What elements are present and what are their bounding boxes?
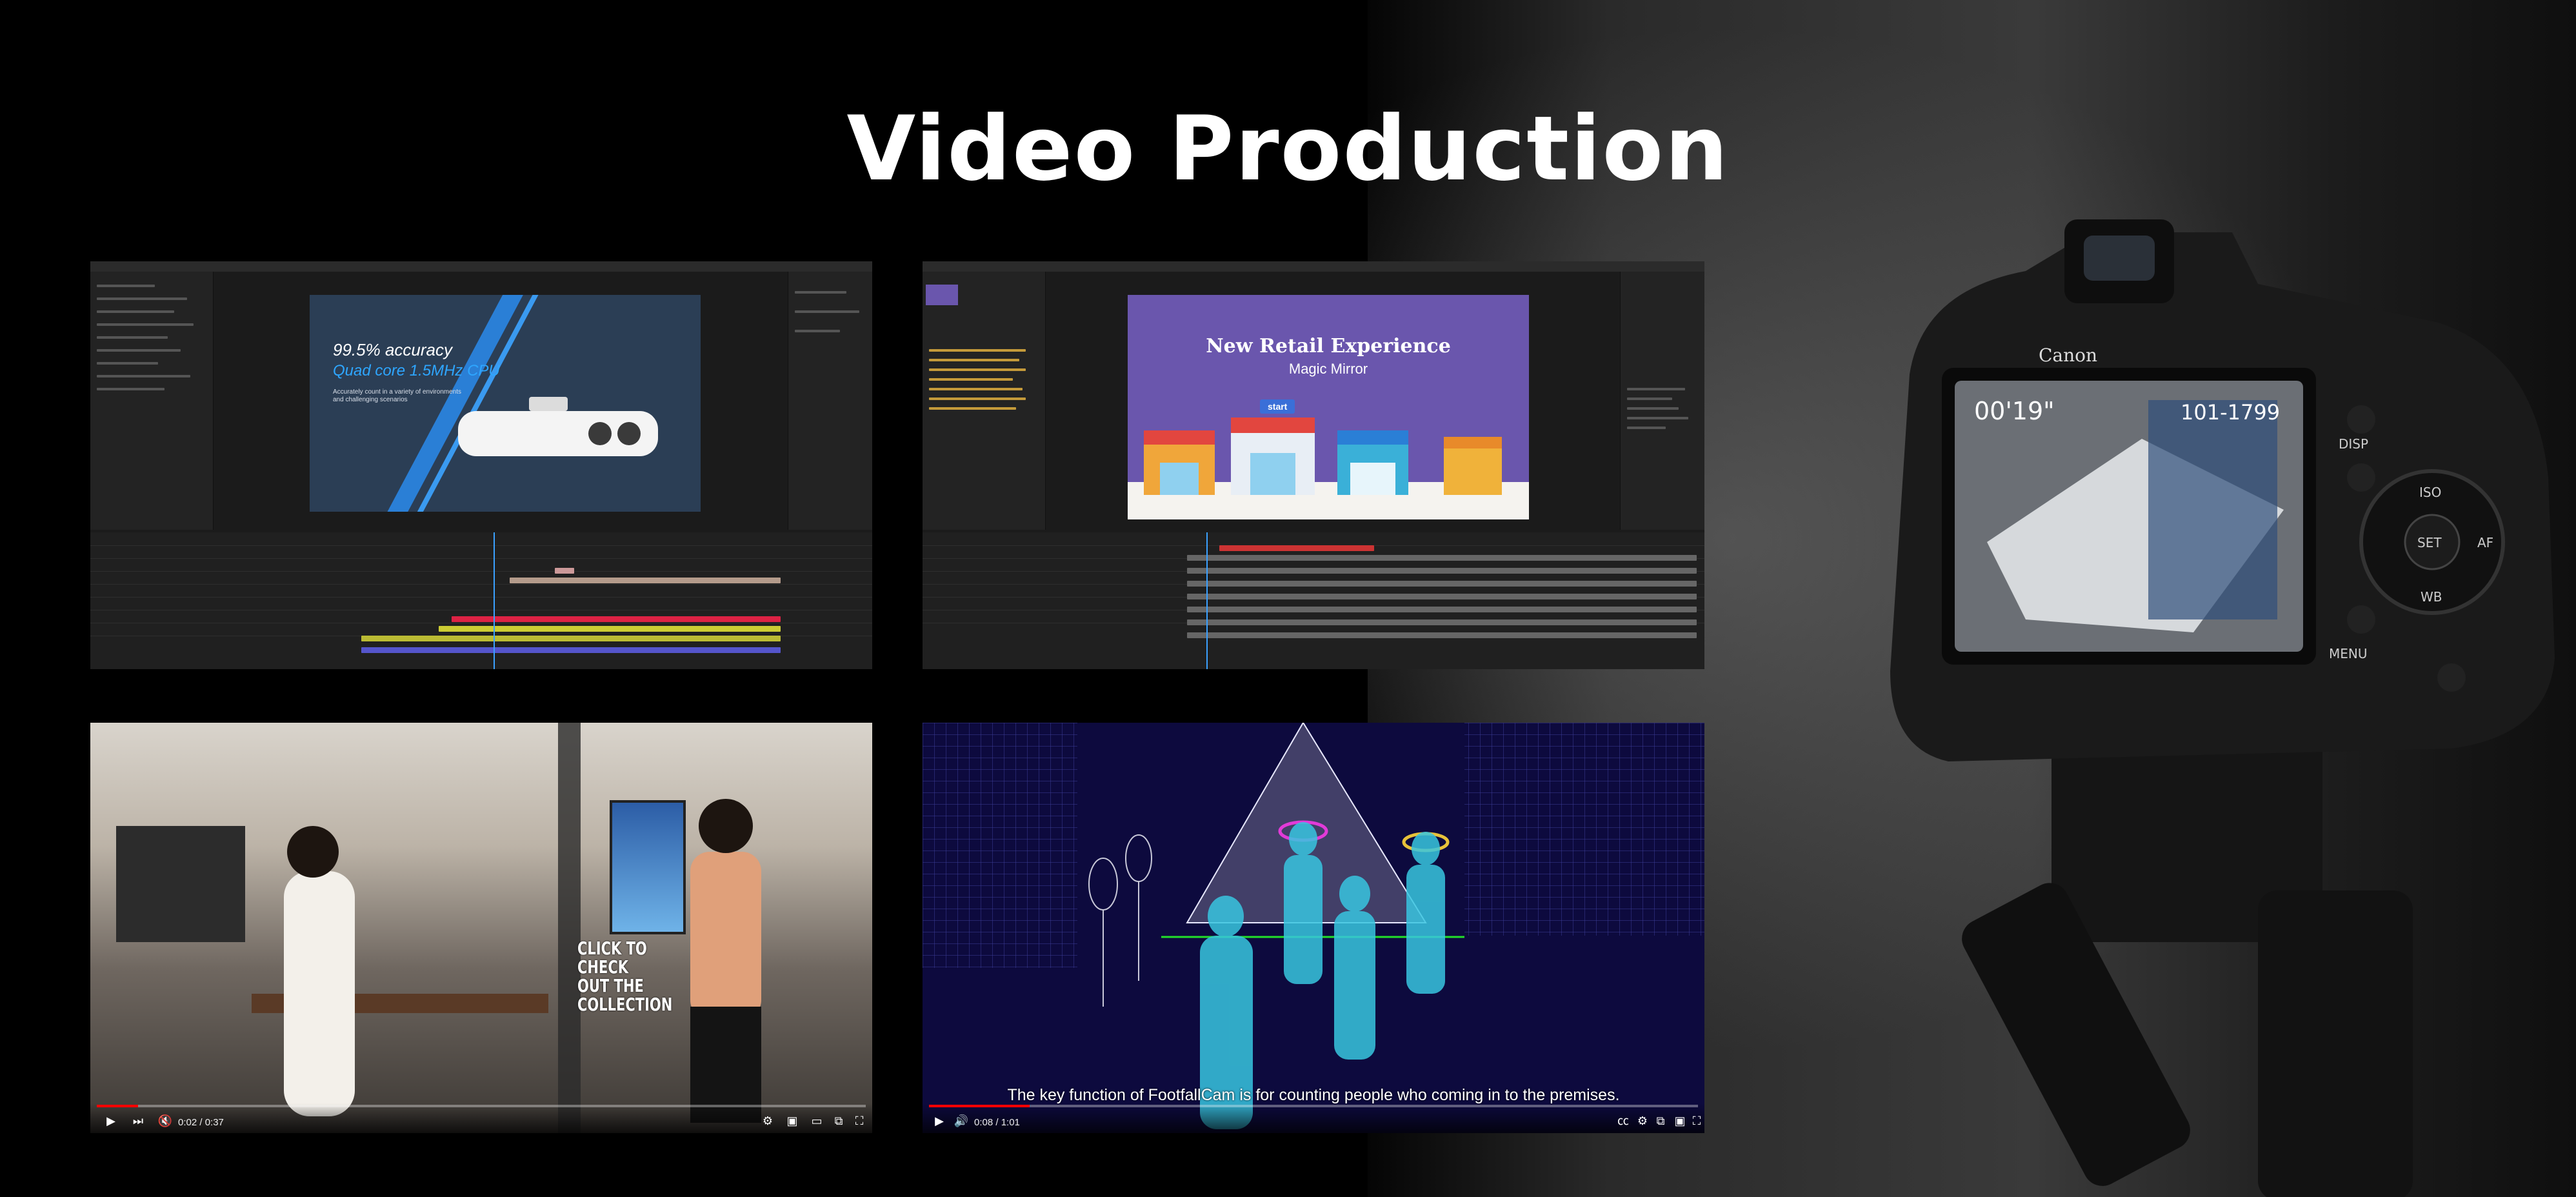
captions-icon[interactable]: ㏄ [1615,1112,1631,1129]
video-subtitle: The key function of FootfallCam is for c… [1007,1086,1620,1104]
play-icon[interactable]: ▶ [932,1112,947,1129]
mirror-frame [558,723,581,1133]
mute-icon[interactable]: 🔇 [157,1112,173,1129]
progress-bar[interactable] [97,1105,866,1107]
theater-icon[interactable]: ▭ [809,1112,824,1129]
miniplayer-icon[interactable]: ▣ [1672,1112,1688,1129]
player-control-bar [923,1103,1704,1133]
ae-editor-screenshot-2: New Retail Experience Magic Mirror start [923,261,1704,669]
composition-preview: 99.5% accuracy Quad core 1.5MHz CPU Accu… [310,295,701,512]
comp-subheading: Quad core 1.5MHz CPU [333,362,500,379]
magic-mirror-screen [610,800,686,934]
composition-preview: New Retail Experience Magic Mirror start [1128,295,1529,519]
miniplayer-icon[interactable]: ▣ [784,1112,800,1129]
camera-button-wb: WB [2421,589,2442,605]
ae-editor-screenshot-1: 99.5% accuracy Quad core 1.5MHz CPU Accu… [90,261,872,669]
progress-bar[interactable] [929,1105,1698,1107]
video-time: 0:02 / 0:37 [178,1117,224,1128]
fullscreen-icon[interactable]: ⛶ [852,1112,867,1129]
settings-icon[interactable]: ⚙ [1635,1112,1650,1129]
ae-effects-panel [1620,272,1704,530]
wireframe-people-scene [923,723,1704,1129]
progress-fill [929,1105,1030,1107]
camera-display-time: 00'19" [1974,397,2055,425]
camera-button-menu: MENU [2329,646,2368,661]
video-overlay-text: CLICK TO CHECK OUT THE COLLECTION [577,938,673,1015]
progress-fill [97,1105,139,1107]
comp-note: Accurately count in a variety of environ… [333,388,461,403]
video-time: 0:08 / 1:01 [974,1117,1020,1128]
comp-title: New Retail Experience [1206,335,1451,357]
camera-button-iso: ISO [2419,485,2441,500]
store-people-illustration [116,799,761,1123]
volume-icon[interactable]: 🔊 [954,1112,969,1129]
ae-project-panel [923,272,1046,530]
video-player-1[interactable]: CLICK TO CHECK OUT THE COLLECTION ▶ ⏭ 🔇 … [90,723,872,1133]
ae-effects-panel [788,272,872,530]
footfall-counter-device-icon [458,397,658,456]
camera-button-disp: DISP [2339,436,2368,452]
ae-timeline [90,532,872,669]
play-icon[interactable]: ▶ [103,1112,119,1129]
storefronts-illustration [1144,417,1502,495]
video-player-2[interactable]: The key function of FootfallCam is for c… [923,723,1704,1133]
comp-heading: 99.5% accuracy [333,340,452,359]
camera-button-af: AF [2477,535,2493,550]
ae-project-panel [90,272,214,530]
fullscreen-icon[interactable]: ⛶ [1689,1112,1704,1129]
cast-icon[interactable]: ⧉ [831,1112,846,1129]
camera-button-set: SET [2417,535,2442,550]
ae-menubar [923,261,1704,272]
page-title: Video Production [846,97,1730,201]
ae-menubar [90,261,872,272]
next-icon[interactable]: ⏭ [130,1112,146,1129]
camera-display-counter: 101-1799 [2181,400,2280,425]
settings-icon[interactable]: ⚙ [760,1112,775,1129]
ae-timeline [923,532,1704,669]
comp-subtitle: Magic Mirror [1288,361,1368,377]
cast-icon[interactable]: ⧉ [1653,1112,1668,1129]
camera-on-tripod-image: Canon 00'19" 101-1799 DISP ISO SET AF WB… [1890,219,2555,1197]
camera-brand: Canon [2039,345,2097,366]
start-label: start [1260,399,1295,414]
